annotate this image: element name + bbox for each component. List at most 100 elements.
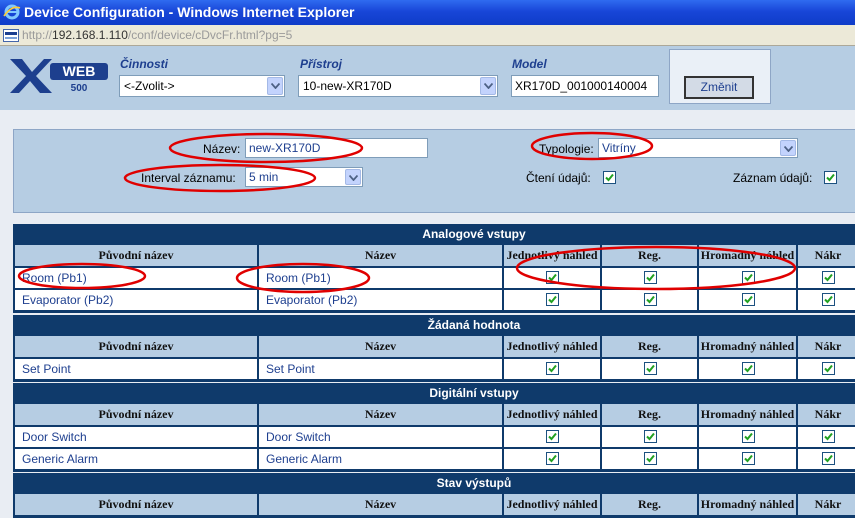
name-cell[interactable]: Set Point <box>259 359 502 379</box>
section-title: Žádaná hodnota <box>427 318 521 332</box>
window-titlebar: Device Configuration - Windows Internet … <box>0 0 855 25</box>
row-checkbox[interactable] <box>643 452 657 465</box>
chevron-down-icon[interactable] <box>480 77 496 95</box>
row-checkbox[interactable] <box>822 271 835 284</box>
cinnosti-label: Činnosti <box>120 57 168 71</box>
row-checkbox[interactable] <box>741 452 755 465</box>
row-checkbox[interactable] <box>741 293 755 306</box>
checkmark-icon <box>548 295 557 304</box>
checkmark-icon <box>645 295 655 304</box>
column-header: Název <box>259 245 502 266</box>
column-header: Původní název <box>15 404 257 425</box>
column-header: Hromadný náhled <box>699 404 796 425</box>
chevron-down-icon[interactable] <box>780 140 796 156</box>
checkbox-cell <box>699 359 796 379</box>
row-checkbox[interactable] <box>741 271 755 284</box>
row-checkbox[interactable] <box>643 271 657 284</box>
chevron-down-icon[interactable] <box>345 169 361 185</box>
column-header: Hromadný náhled <box>699 336 796 357</box>
checkbox-cell <box>602 268 697 288</box>
column-header: Původní název <box>15 245 257 266</box>
checkbox-cell <box>699 427 796 447</box>
row-checkbox[interactable] <box>741 430 755 443</box>
row-checkbox[interactable] <box>546 430 559 443</box>
checkmark-icon <box>605 173 614 182</box>
name-cell[interactable]: Generic Alarm <box>259 449 502 469</box>
section-table: Stav výstupů Původní název Název Jednotlivý… <box>13 473 855 518</box>
column-header: Reg. <box>602 404 697 425</box>
row-checkbox[interactable] <box>741 362 755 375</box>
name-input[interactable]: new-XR170D <box>245 138 428 158</box>
name-cell[interactable]: Room (Pb1) <box>259 268 502 288</box>
row-checkbox[interactable] <box>546 452 559 465</box>
typology-value: Vitríny <box>602 141 636 155</box>
record-data-checkbox[interactable] <box>824 171 837 184</box>
name-label: Název: <box>203 142 241 156</box>
checkbox-cell <box>699 268 796 288</box>
ie-logo-icon <box>3 4 21 20</box>
svg-text:WEB: WEB <box>63 63 96 79</box>
column-header: Nákr <box>798 245 855 266</box>
column-header: Nákr <box>798 494 855 515</box>
column-header: Jednotlivý náhled <box>504 494 600 515</box>
row-checkbox[interactable] <box>643 293 657 306</box>
row-checkbox[interactable] <box>643 362 657 375</box>
address-url[interactable]: http://192.168.1.110/conf/device/cDvcFr.… <box>22 25 292 46</box>
checkbox-cell <box>699 290 796 310</box>
row-checkbox[interactable] <box>546 293 559 306</box>
row-checkbox[interactable] <box>546 362 559 375</box>
typology-select[interactable]: Vitríny <box>598 138 798 158</box>
interval-value: 5 min <box>249 170 279 184</box>
checkbox-cell <box>798 268 855 288</box>
checkmark-icon <box>824 295 833 304</box>
pristroj-label: Přístroj <box>300 57 343 71</box>
checkbox-cell <box>504 290 600 310</box>
change-button[interactable]: Změnit <box>684 76 754 99</box>
url-prefix: http:// <box>22 28 53 42</box>
checkbox-cell <box>798 290 855 310</box>
checkmark-icon <box>824 273 833 282</box>
record-data-label: Záznam údajů: <box>733 171 813 185</box>
section-table: Žádaná hodnota Původní název Název Jednotli… <box>13 315 855 382</box>
checkbox-cell <box>504 268 600 288</box>
checkmark-icon <box>743 432 753 441</box>
column-header: Původní název <box>15 494 257 515</box>
column-header: Název <box>259 336 502 357</box>
column-header: Nákr <box>798 404 855 425</box>
checkbox-cell <box>504 359 600 379</box>
chevron-down-icon[interactable] <box>267 77 283 95</box>
read-data-checkbox[interactable] <box>603 171 616 184</box>
checkbox-cell <box>798 359 855 379</box>
checkbox-cell <box>602 359 697 379</box>
checkbox-cell <box>798 449 855 469</box>
checkbox-cell <box>602 449 697 469</box>
checkmark-icon <box>824 454 833 463</box>
checkmark-icon <box>548 432 557 441</box>
column-header: Jednotlivý náhled <box>504 245 600 266</box>
row-checkbox[interactable] <box>546 271 559 284</box>
column-header: Hromadný náhled <box>699 494 796 515</box>
checkbox-cell <box>504 427 600 447</box>
address-bar[interactable]: http://192.168.1.110/conf/device/cDvcFr.… <box>0 25 855 46</box>
row-checkbox[interactable] <box>643 430 657 443</box>
app-header: WEB 500 Činnosti <-Zvolit-> Přístroj 10-… <box>0 46 855 110</box>
url-path: /conf/device/cDvcFr.html?pg=5 <box>127 28 293 42</box>
row-checkbox[interactable] <box>822 452 835 465</box>
pristroj-select[interactable]: 10-new-XR170D <box>298 75 498 97</box>
row-checkbox[interactable] <box>822 362 835 375</box>
column-header: Jednotlivý náhled <box>504 336 600 357</box>
interval-label: Interval záznamu: <box>141 171 236 185</box>
name-cell[interactable]: Door Switch <box>259 427 502 447</box>
model-field[interactable]: XR170D_001000140004 <box>511 75 659 97</box>
column-header: Název <box>259 404 502 425</box>
name-cell[interactable]: Evaporator (Pb2) <box>259 290 502 310</box>
column-header: Reg. <box>602 336 697 357</box>
interval-select[interactable]: 5 min <box>245 167 363 187</box>
row-checkbox[interactable] <box>822 430 835 443</box>
checkbox-cell <box>798 427 855 447</box>
row-checkbox[interactable] <box>822 293 835 306</box>
xweb-logo: WEB 500 <box>10 59 108 94</box>
device-config-panel: Název: new-XR170D Typologie: Vitríny Int… <box>13 129 855 213</box>
cinnosti-select[interactable]: <-Zvolit-> <box>119 75 285 97</box>
checkmark-icon <box>645 432 655 441</box>
